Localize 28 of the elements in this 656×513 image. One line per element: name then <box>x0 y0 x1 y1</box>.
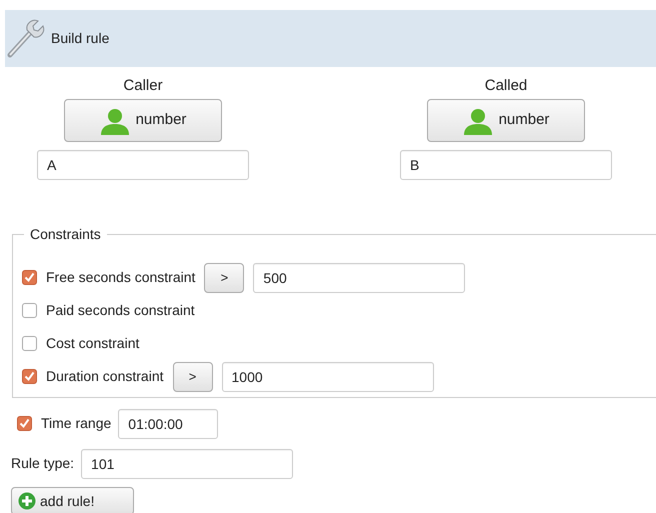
checkbox[interactable] <box>22 336 37 351</box>
checkbox-label: Duration constraint <box>46 367 164 386</box>
person-icon <box>100 106 130 134</box>
checkbox[interactable] <box>22 270 37 285</box>
person-icon <box>462 106 493 134</box>
input-field[interactable]: A <box>37 150 249 180</box>
input-field[interactable]: 1000 <box>222 362 434 392</box>
operator-button[interactable]: > <box>204 262 244 292</box>
header-title: Build rule <box>51 29 110 48</box>
checkbox-label: Paid seconds constraint <box>46 301 195 320</box>
party-label: Caller <box>123 76 163 96</box>
operator-button[interactable]: > <box>172 362 213 392</box>
number-button[interactable]: number <box>64 99 222 142</box>
checkbox-label: Time range <box>41 414 112 433</box>
input-field[interactable]: 01:00:00 <box>118 408 218 438</box>
checkbox-label: Cost constraint <box>46 334 140 353</box>
add-rule-button[interactable]: add rule! <box>11 487 134 513</box>
field-label: Rule type: <box>11 454 74 473</box>
input-field[interactable]: B <box>400 150 612 180</box>
checkbox[interactable] <box>17 416 32 431</box>
checkbox[interactable] <box>22 369 37 384</box>
party-label: Called <box>484 76 528 96</box>
input-field[interactable]: 101 <box>81 448 294 478</box>
checkbox-label: Free seconds constraint <box>46 268 196 287</box>
input-field[interactable]: 500 <box>253 262 466 292</box>
plus-icon <box>18 492 36 510</box>
checkbox[interactable] <box>22 303 37 318</box>
number-button[interactable]: number <box>427 99 585 142</box>
